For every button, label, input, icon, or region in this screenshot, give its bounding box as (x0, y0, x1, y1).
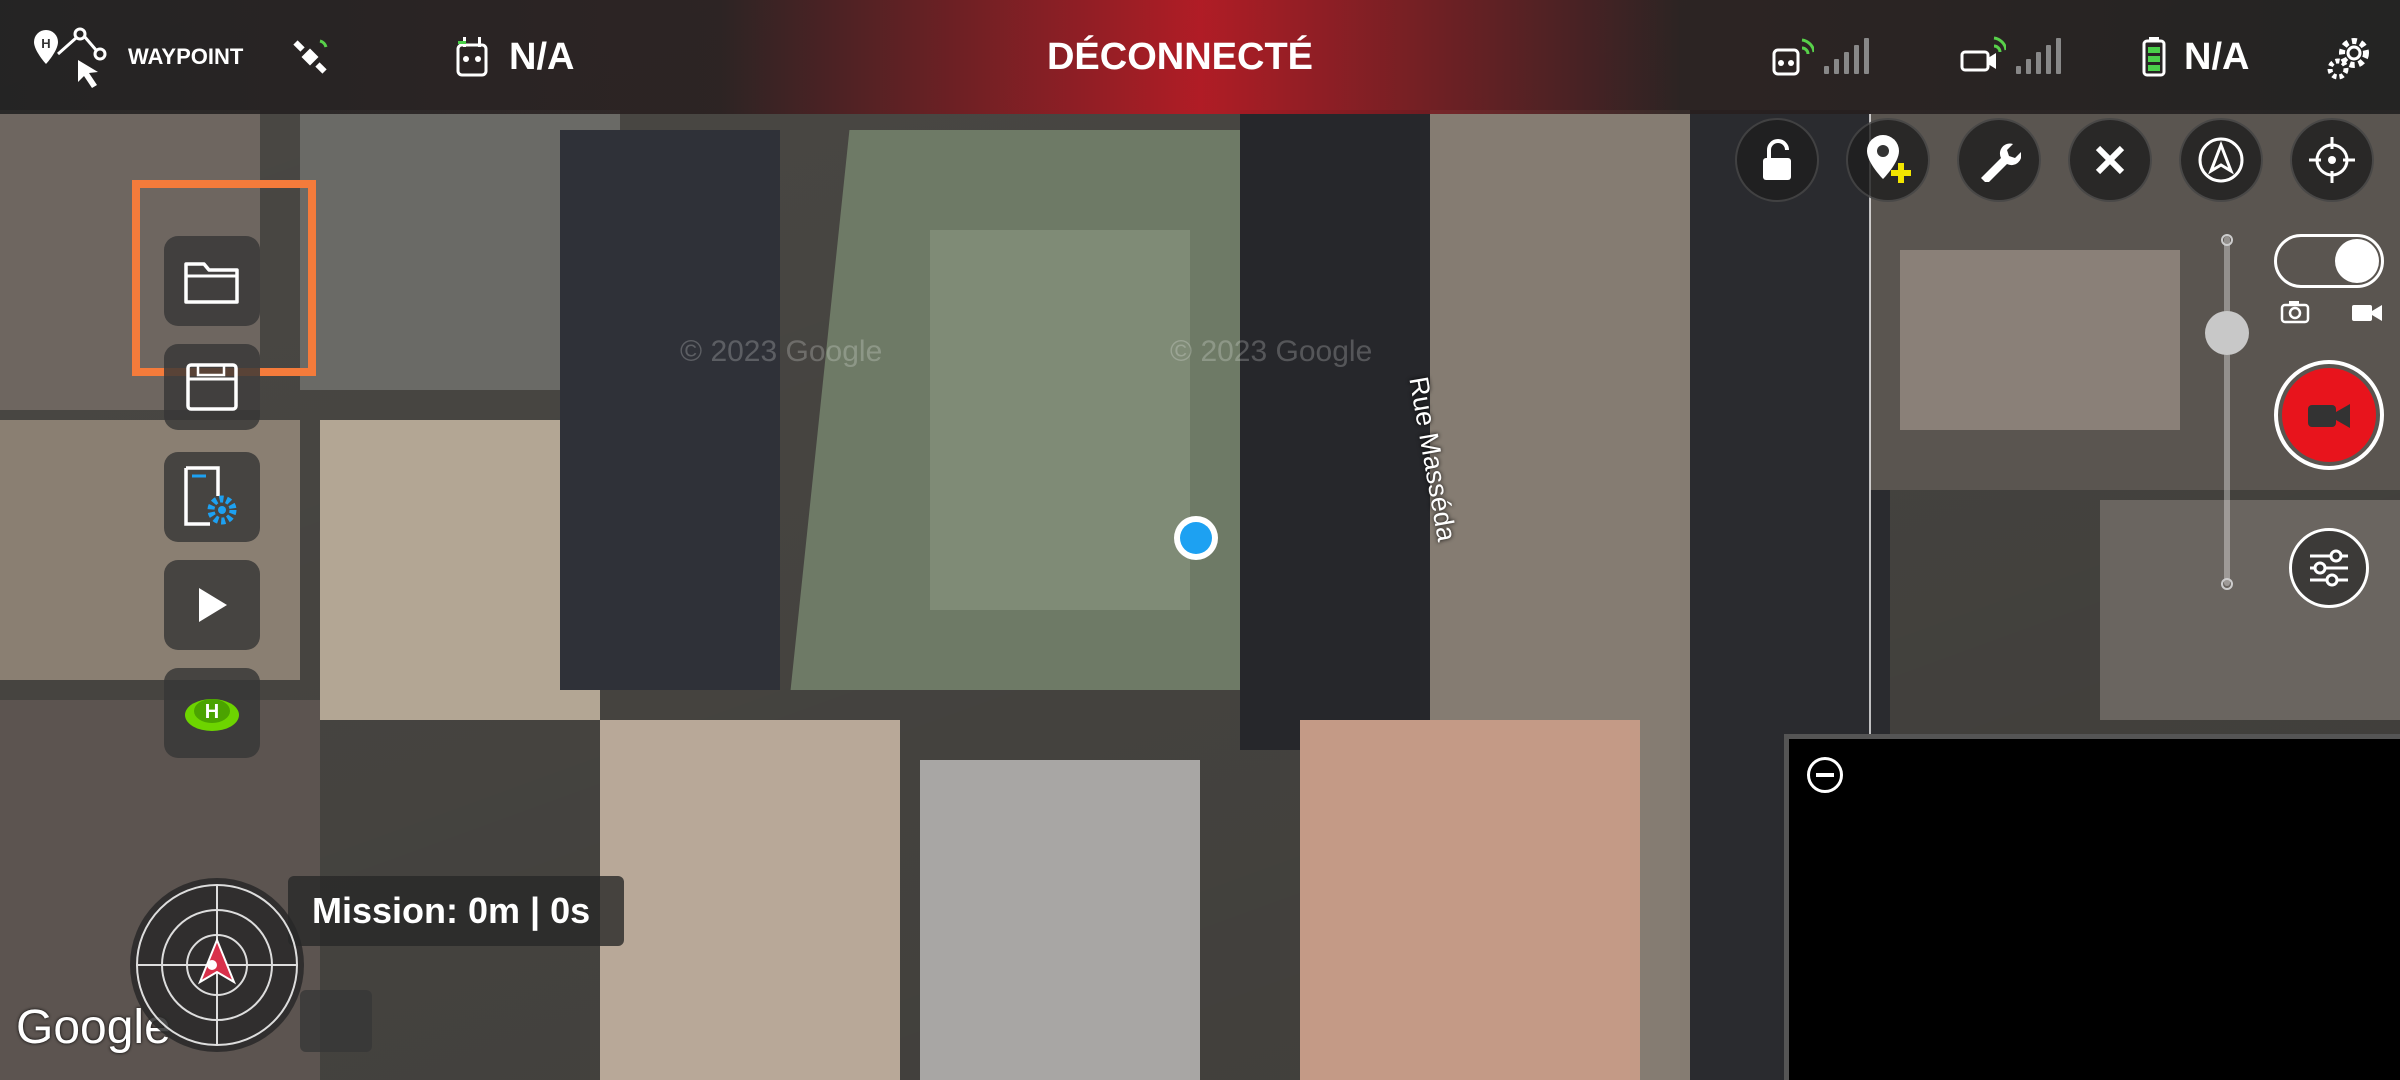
save-icon (186, 363, 238, 411)
video-mode-icon (2352, 305, 2382, 321)
svg-text:H: H (41, 36, 50, 51)
remote-controller-status[interactable]: N/A (455, 0, 574, 114)
remote-value: N/A (509, 35, 575, 78)
minus-icon (1816, 773, 1834, 777)
mode-label: WAYPOINT (128, 44, 244, 69)
mission-settings-icon (184, 466, 237, 526)
map-shadow (560, 130, 780, 690)
map-building (920, 760, 1200, 1080)
svg-text:H: H (205, 701, 219, 723)
battery-status[interactable]: N/A (2142, 0, 2249, 114)
photo-mode-icon (2280, 301, 2310, 324)
battery-value: N/A (2184, 35, 2250, 78)
start-mission-button[interactable] (164, 560, 260, 650)
map-building (600, 720, 900, 1080)
mission-settings-button[interactable] (164, 452, 260, 542)
mode-selector[interactable]: H WAYPOINT (30, 0, 243, 114)
map-watermark: © 2023 Google (680, 335, 883, 368)
navigation-icon (2198, 137, 2244, 183)
video-camera-icon (2308, 404, 2350, 428)
gps-status[interactable] (290, 0, 330, 114)
add-waypoint-icon (1867, 135, 1911, 183)
satellite-icon (293, 39, 328, 74)
home-point-button[interactable]: H (164, 668, 260, 758)
compass-radar[interactable] (130, 878, 304, 1052)
mission-info-panel: Mission: 0m | 0s (288, 876, 624, 946)
locate-button[interactable] (2290, 118, 2374, 202)
open-mission-button[interactable] (164, 236, 260, 326)
play-icon (199, 588, 227, 622)
info-panel-bg (300, 990, 372, 1052)
zoom-track[interactable] (2224, 236, 2230, 586)
navigation-button[interactable] (2179, 118, 2263, 202)
video-signal[interactable] (1960, 0, 2061, 114)
mission-info-text: Mission: 0m | 0s (312, 890, 591, 931)
settings-button[interactable] (2326, 0, 2374, 114)
map-building (1300, 720, 1640, 1080)
rc-signal-icon (1772, 38, 1814, 76)
radar-icon (136, 884, 298, 1046)
add-waypoint-button[interactable] (1846, 118, 1930, 202)
clear-button[interactable] (2068, 118, 2152, 202)
home-icon: H (185, 699, 239, 731)
video-signal-icon (1960, 36, 2006, 72)
current-position-dot (1174, 516, 1218, 560)
video-preview[interactable] (1784, 734, 2400, 1080)
sliders-icon (2310, 549, 2348, 587)
unlock-icon (1763, 139, 1791, 180)
map-building (320, 420, 600, 720)
map-shadow (1240, 110, 1440, 750)
connection-status-text: DÉCONNECTÉ (1046, 35, 1314, 78)
locate-icon (2309, 137, 2355, 183)
top-status-bar: H WAYPOINT N/A DÉCONNECTÉ N/A (0, 0, 2400, 114)
photo-video-toggle[interactable] (2274, 234, 2384, 288)
gear-icon (2327, 38, 2369, 80)
map-divider (1869, 114, 1871, 734)
zoom-track-bottom (2221, 578, 2233, 590)
map-roof-inner (930, 230, 1190, 610)
close-icon (2095, 145, 2125, 175)
minimize-preview-button[interactable] (1807, 757, 1843, 793)
folder-icon (184, 262, 239, 304)
zoom-track-top (2221, 234, 2233, 246)
lock-button[interactable] (1735, 118, 1819, 202)
zoom-slider-handle[interactable] (2205, 311, 2249, 355)
waypoint-mode-icon: H (34, 27, 107, 88)
video-signal-bars (2016, 38, 2061, 74)
connection-status: DÉCONNECTÉ (980, 0, 1380, 114)
remote-controller-icon (456, 37, 488, 77)
camera-settings-button[interactable] (2289, 528, 2369, 608)
wrench-icon (1981, 143, 2021, 182)
tools-button[interactable] (1957, 118, 2041, 202)
map-building (1900, 250, 2180, 430)
map-watermark: © 2023 Google (1170, 335, 1373, 368)
battery-icon (2142, 37, 2166, 77)
map-building (2100, 500, 2400, 720)
record-button[interactable] (2274, 360, 2384, 470)
rc-signal[interactable] (1768, 0, 1869, 114)
rc-signal-bars (1824, 38, 1869, 74)
save-mission-button[interactable] (164, 344, 260, 430)
